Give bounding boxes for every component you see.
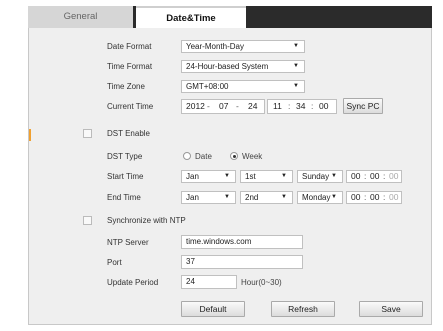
start-hour-segment[interactable]: 00 xyxy=(351,171,360,182)
sync-pc-button[interactable]: Sync PC xyxy=(343,98,383,114)
accent-marker xyxy=(29,129,31,141)
dst-type-label: DST Type xyxy=(107,152,143,161)
chevron-down-icon: ▼ xyxy=(293,63,299,69)
time-format-label: Time Format xyxy=(107,62,153,71)
start-clock-field[interactable]: 00 : 00 : 00 xyxy=(346,170,402,183)
time-format-select[interactable]: 24-Hour-based System ▼ xyxy=(181,60,305,73)
tab-general[interactable]: General xyxy=(28,6,133,28)
end-month-select[interactable]: Jan ▼ xyxy=(181,191,236,204)
time-zone-value: GMT+08:00 xyxy=(186,82,229,91)
date-format-value: Year-Month-Day xyxy=(186,42,244,51)
end-weekday-value: Monday xyxy=(302,193,331,202)
date-separator: - xyxy=(236,101,239,111)
refresh-button[interactable]: Refresh xyxy=(271,301,335,317)
ntp-server-label: NTP Server xyxy=(107,238,149,247)
end-second-segment[interactable]: 00 xyxy=(389,192,398,203)
default-button[interactable]: Default xyxy=(181,301,245,317)
end-clock-field[interactable]: 00 : 00 : 00 xyxy=(346,191,402,204)
date-format-label: Date Format xyxy=(107,42,152,51)
current-time-field[interactable]: 11 : 34 : 00 xyxy=(267,99,337,114)
date-separator: - xyxy=(207,101,210,111)
port-input[interactable]: 37 xyxy=(181,255,303,269)
hour-segment[interactable]: 11 xyxy=(273,101,282,112)
time-separator: : xyxy=(288,101,291,111)
tab-bar: General Date&Time xyxy=(28,6,432,28)
month-segment[interactable]: 07 xyxy=(219,101,228,112)
chevron-down-icon: ▼ xyxy=(293,83,299,89)
update-period-label: Update Period xyxy=(107,278,159,287)
dst-enable-label: DST Enable xyxy=(107,129,150,138)
end-minute-segment[interactable]: 00 xyxy=(370,192,379,203)
day-segment[interactable]: 24 xyxy=(248,101,257,112)
second-segment[interactable]: 00 xyxy=(319,101,328,112)
end-week-value: 2nd xyxy=(245,193,259,202)
dst-type-week-radio[interactable] xyxy=(230,152,238,160)
update-period-input[interactable]: 24 xyxy=(181,275,237,289)
current-time-label: Current Time xyxy=(107,102,154,111)
save-button[interactable]: Save xyxy=(359,301,423,317)
datetime-panel: Date Format Year-Month-Day ▼ Time Format… xyxy=(28,28,432,325)
time-format-value: 24-Hour-based System xyxy=(186,62,269,71)
start-time-label: Start Time xyxy=(107,172,144,181)
dst-enable-checkbox[interactable] xyxy=(83,129,92,138)
port-label: Port xyxy=(107,258,122,267)
chevron-down-icon: ▼ xyxy=(224,173,230,179)
start-month-select[interactable]: Jan ▼ xyxy=(181,170,236,183)
minute-segment[interactable]: 34 xyxy=(296,101,305,112)
start-weekday-select[interactable]: Sunday ▼ xyxy=(297,170,343,183)
start-week-select[interactable]: 1st ▼ xyxy=(240,170,293,183)
end-week-select[interactable]: 2nd ▼ xyxy=(240,191,293,204)
chevron-down-icon: ▼ xyxy=(331,194,337,200)
time-separator: : xyxy=(364,171,367,181)
end-month-value: Jan xyxy=(186,193,199,202)
chevron-down-icon: ▼ xyxy=(293,43,299,49)
sync-ntp-checkbox[interactable] xyxy=(83,216,92,225)
sync-ntp-label: Synchronize with NTP xyxy=(107,216,186,225)
time-separator: : xyxy=(311,101,314,111)
chevron-down-icon: ▼ xyxy=(281,194,287,200)
end-hour-segment[interactable]: 00 xyxy=(351,192,360,203)
dst-type-week-label: Week xyxy=(242,152,263,161)
time-zone-label: Time Zone xyxy=(107,82,145,91)
chevron-down-icon: ▼ xyxy=(224,194,230,200)
time-separator: : xyxy=(383,192,386,202)
year-segment[interactable]: 2012 xyxy=(186,101,205,112)
time-separator: : xyxy=(383,171,386,181)
tab-datetime[interactable]: Date&Time xyxy=(136,6,246,28)
dst-type-date-label: Date xyxy=(195,152,212,161)
chevron-down-icon: ▼ xyxy=(331,173,337,179)
end-weekday-select[interactable]: Monday ▼ xyxy=(297,191,343,204)
ntp-server-input[interactable]: time.windows.com xyxy=(181,235,303,249)
start-month-value: Jan xyxy=(186,172,199,181)
start-second-segment[interactable]: 00 xyxy=(389,171,398,182)
time-zone-select[interactable]: GMT+08:00 ▼ xyxy=(181,80,305,93)
dst-type-date-radio[interactable] xyxy=(183,152,191,160)
start-week-value: 1st xyxy=(245,172,256,181)
chevron-down-icon: ▼ xyxy=(281,173,287,179)
date-format-select[interactable]: Year-Month-Day ▼ xyxy=(181,40,305,53)
start-weekday-value: Sunday xyxy=(302,172,330,181)
time-separator: : xyxy=(364,192,367,202)
start-minute-segment[interactable]: 00 xyxy=(370,171,379,182)
update-period-hint: Hour(0~30) xyxy=(241,278,282,287)
end-time-label: End Time xyxy=(107,193,141,202)
current-date-field[interactable]: 2012 - 07 - 24 xyxy=(181,99,265,114)
